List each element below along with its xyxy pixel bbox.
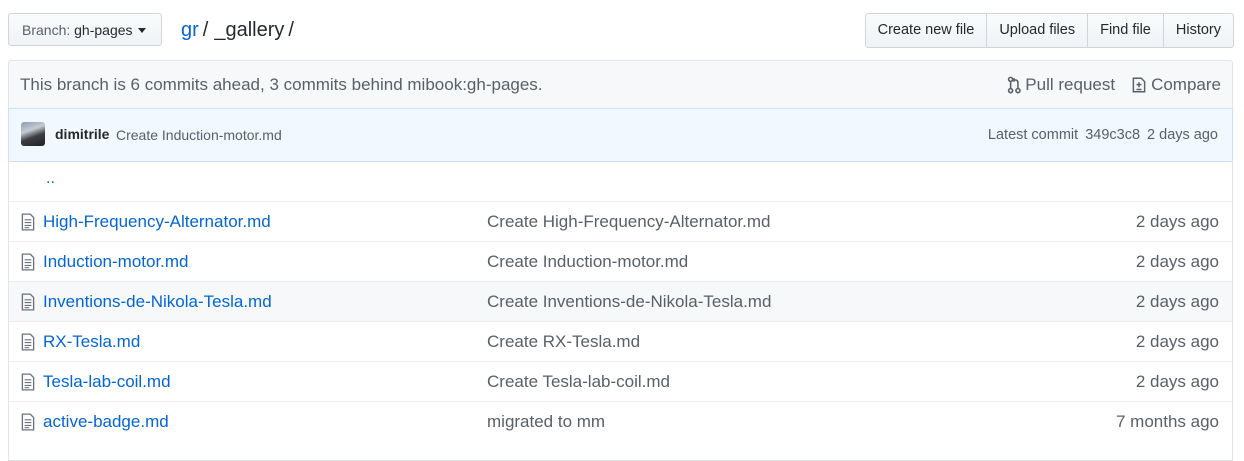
- file-commit-message[interactable]: Create Tesla-lab-coil.md: [487, 372, 670, 392]
- file-commit-message[interactable]: Create RX-Tesla.md: [487, 332, 640, 352]
- table-row: active-badge.md migrated to mm 7 months ag…: [9, 401, 1232, 441]
- pull-request-icon: [1008, 76, 1022, 94]
- find-file-button[interactable]: Find file: [1087, 13, 1164, 48]
- file-age: 2 days ago: [1135, 252, 1219, 271]
- file-list: .. High-Frequency-Alternator.md Create Hi…: [8, 161, 1233, 461]
- file-navigation: Branch: gh-pages gr / _gallery / Create new…: [8, 13, 1234, 48]
- latest-commit-info: Latest commit 349c3c8 2 days ago: [988, 127, 1218, 143]
- history-button[interactable]: History: [1162, 13, 1234, 48]
- pull-request-link[interactable]: Pull request: [1007, 75, 1115, 95]
- file-icon: [21, 293, 37, 311]
- file-icon: [21, 373, 37, 391]
- avatar[interactable]: [21, 122, 45, 146]
- breadcrumb: gr / _gallery /: [181, 16, 300, 44]
- latest-commit-label: Latest commit: [987, 127, 1079, 143]
- file-icon: [21, 333, 37, 351]
- branch-status-message: This branch is 6 commits ahead, 3 commit…: [20, 75, 543, 94]
- commit-age: 2 days ago: [1147, 127, 1218, 143]
- caret-down-icon: [137, 28, 146, 33]
- branch-select-button[interactable]: Branch: gh-pages: [8, 13, 162, 46]
- table-row: RX-Tesla.md Create RX-Tesla.md 2 days ago: [9, 321, 1232, 361]
- file-name-link[interactable]: RX-Tesla.md: [43, 332, 140, 352]
- file-name-link[interactable]: Inventions-de-Nikola-Tesla.md: [43, 292, 272, 312]
- compare-label: Compare: [1151, 75, 1221, 94]
- file-age: 7 months ago: [1115, 412, 1219, 431]
- branch-status-bar: This branch is 6 commits ahead, 3 commit…: [8, 60, 1233, 109]
- table-row: Tesla-lab-coil.md Create Tesla-lab-coil.m…: [9, 361, 1232, 401]
- file-icon: [21, 213, 37, 231]
- latest-commit-bar: dimitrile Create Induction-motor.md Late…: [8, 108, 1233, 162]
- file-commit-message[interactable]: Create Inventions-de-Nikola-Tesla.md: [487, 292, 771, 312]
- parent-directory-link[interactable]: ..: [46, 170, 55, 188]
- branch-prefix: Branch:: [22, 22, 71, 38]
- file-commit-message[interactable]: Create Induction-motor.md: [487, 252, 688, 272]
- create-new-file-button[interactable]: Create new file: [864, 13, 988, 48]
- file-commit-message[interactable]: migrated to mm: [487, 412, 605, 432]
- commit-sha-link[interactable]: 349c3c8: [1085, 127, 1140, 143]
- commit-author[interactable]: dimitrile: [55, 126, 109, 142]
- breadcrumb-separator: /: [288, 19, 294, 41]
- compare-link[interactable]: Compare: [1131, 75, 1221, 95]
- file-commit-message[interactable]: Create High-Frequency-Alternator.md: [487, 212, 770, 232]
- file-icon: [21, 253, 37, 271]
- parent-directory-row: ..: [9, 161, 1232, 201]
- compare-icon: [1132, 77, 1146, 93]
- file-name-link[interactable]: High-Frequency-Alternator.md: [43, 212, 271, 232]
- table-row: Inventions-de-Nikola-Tesla.md Create Inve…: [9, 281, 1232, 321]
- branch-actions: Pull request Compare: [1007, 75, 1221, 95]
- upload-files-button[interactable]: Upload files: [986, 13, 1089, 48]
- file-name-link[interactable]: active-badge.md: [43, 412, 169, 432]
- branch-name: gh-pages: [74, 22, 133, 38]
- table-row: Induction-motor.md Create Induction-motor…: [9, 241, 1232, 281]
- breadcrumb-root-link[interactable]: gr: [181, 19, 199, 41]
- file-icon: [21, 413, 37, 431]
- file-age: 2 days ago: [1135, 372, 1219, 391]
- file-age: 2 days ago: [1135, 292, 1219, 311]
- file-age: 2 days ago: [1135, 212, 1219, 231]
- breadcrumb-current: _gallery: [214, 19, 285, 41]
- file-name-link[interactable]: Induction-motor.md: [43, 252, 189, 272]
- breadcrumb-separator: /: [202, 19, 209, 41]
- pull-request-label: Pull request: [1025, 75, 1116, 94]
- file-actions: Create new file Upload files Find file H…: [864, 13, 1234, 48]
- table-row: High-Frequency-Alternator.md Create High-…: [9, 201, 1232, 241]
- file-age: 2 days ago: [1135, 332, 1219, 351]
- commit-message[interactable]: Create Induction-motor.md: [116, 127, 282, 143]
- file-name-link[interactable]: Tesla-lab-coil.md: [43, 372, 171, 392]
